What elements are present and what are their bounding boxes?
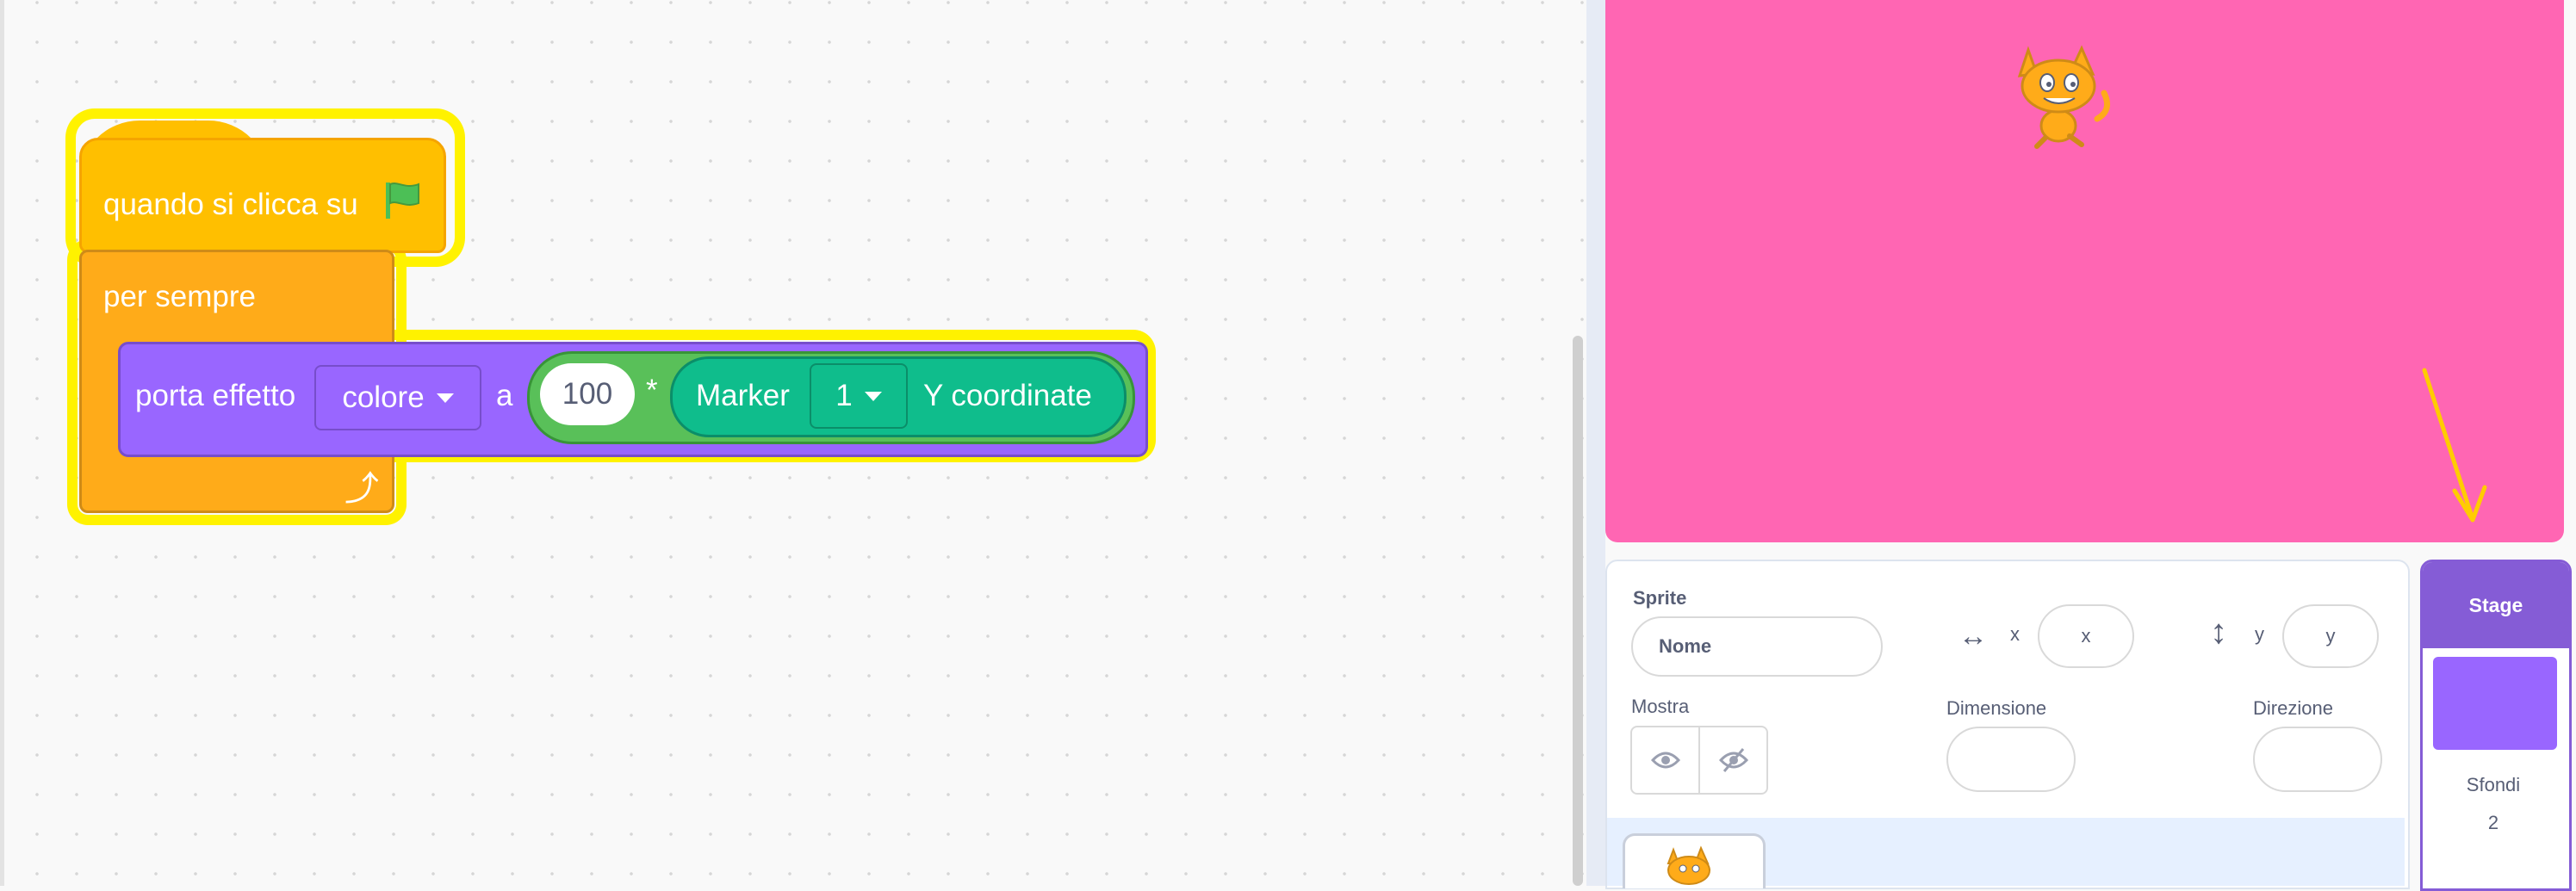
forever-block-label: per sempre bbox=[103, 280, 257, 313]
y-position-field[interactable]: y bbox=[2282, 604, 2379, 668]
show-label: Mostra bbox=[1631, 696, 1690, 717]
vertical-arrows-icon: ↕ bbox=[2210, 613, 2227, 651]
x-placeholder: x bbox=[2081, 625, 2091, 647]
hide-sprite-button[interactable] bbox=[1700, 727, 1766, 793]
horizontal-arrows-icon: ↔ bbox=[1958, 620, 1988, 653]
to-label: a bbox=[496, 379, 513, 412]
x-position-field[interactable]: x bbox=[2038, 604, 2134, 668]
effect-dropdown-value: colore bbox=[342, 381, 425, 414]
y-label: y bbox=[2255, 623, 2264, 645]
chevron-down-icon bbox=[864, 391, 882, 401]
show-toggle bbox=[1630, 726, 1768, 795]
green-flag-icon bbox=[386, 183, 419, 219]
show-sprite-button[interactable] bbox=[1632, 727, 1700, 793]
scratch-cat-icon bbox=[1667, 845, 1710, 885]
pane-divider bbox=[1586, 0, 1605, 886]
number-input[interactable]: 100 bbox=[540, 363, 635, 425]
x-label: x bbox=[2010, 623, 2020, 645]
size-field[interactable] bbox=[1946, 727, 2076, 792]
loop-arrow-icon: ⤴ bbox=[345, 470, 379, 508]
size-label: Dimensione bbox=[1946, 697, 2047, 719]
sprite-thumbnail[interactable] bbox=[1623, 833, 1766, 888]
code-area-scrollbar[interactable] bbox=[1573, 336, 1583, 886]
y-coordinate-label: Y coordinate bbox=[923, 379, 1092, 412]
marker-label: Marker bbox=[696, 379, 790, 412]
y-placeholder: y bbox=[2325, 625, 2336, 647]
backdrops-count: 2 bbox=[2487, 812, 2499, 833]
effect-dropdown[interactable]: colore bbox=[314, 365, 481, 430]
stage-selector[interactable]: Stage Sfondi 2 bbox=[2420, 560, 2572, 891]
sprite-name-placeholder: Nome bbox=[1659, 635, 1712, 657]
direction-label: Direzione bbox=[2253, 697, 2333, 719]
stage-selector-title: Stage bbox=[2423, 562, 2569, 648]
eye-icon bbox=[1650, 752, 1680, 769]
hat-block-label: quando si clicca su bbox=[103, 188, 358, 221]
annotation-arrow-icon bbox=[2422, 368, 2487, 523]
backdrops-label: Sfondi bbox=[2466, 774, 2521, 795]
scratch-cat-icon[interactable] bbox=[2011, 41, 2114, 149]
sprite-name-field[interactable]: Nome bbox=[1631, 616, 1883, 677]
marker-dropdown-value: 1 bbox=[835, 379, 853, 412]
stage-backdrop-thumbnail[interactable] bbox=[2433, 657, 2557, 750]
direction-field[interactable] bbox=[2253, 727, 2382, 792]
set-effect-label: porta effetto bbox=[135, 379, 296, 412]
eye-slash-icon bbox=[1718, 748, 1748, 772]
multiply-symbol: * bbox=[646, 374, 658, 407]
chevron-down-icon bbox=[436, 393, 454, 403]
marker-dropdown[interactable]: 1 bbox=[810, 363, 908, 429]
sprite-label: Sprite bbox=[1633, 587, 1687, 609]
